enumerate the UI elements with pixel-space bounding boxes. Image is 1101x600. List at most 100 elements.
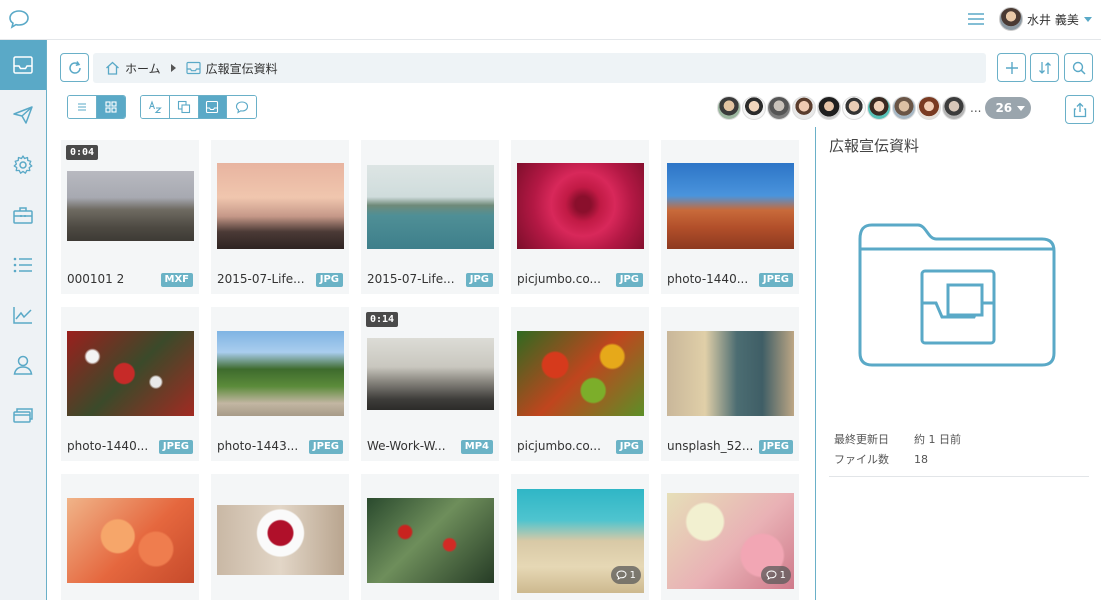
file-type-badge: JPEG bbox=[758, 273, 793, 287]
view-toggle bbox=[67, 95, 126, 119]
file-card[interactable]: photo-1440... JPEG bbox=[61, 307, 199, 461]
top-bar: 水井 義美 bbox=[0, 0, 1101, 40]
thumbnail bbox=[217, 163, 344, 249]
file-name: We-Work-W... bbox=[367, 439, 446, 453]
file-type-badge: JPG bbox=[315, 273, 343, 287]
comment-count-badge: 1 bbox=[760, 566, 791, 584]
toolbox-icon bbox=[13, 207, 33, 224]
sidebar-item-inbox[interactable] bbox=[0, 40, 46, 90]
search-button[interactable] bbox=[1064, 53, 1093, 82]
sidebar-item-settings[interactable] bbox=[0, 140, 46, 190]
file-card[interactable]: 0:04 000101 2 MXF bbox=[61, 140, 199, 294]
comments-button[interactable] bbox=[227, 96, 256, 118]
cards-icon bbox=[13, 408, 33, 423]
sidebar-item-users[interactable] bbox=[0, 340, 46, 390]
member-count-button[interactable]: 26 bbox=[985, 97, 1032, 119]
thumbnail bbox=[367, 498, 494, 583]
duplicate-button[interactable] bbox=[169, 96, 199, 118]
avatar[interactable] bbox=[792, 96, 816, 120]
sort-button[interactable] bbox=[1030, 53, 1059, 82]
file-type-badge: MP4 bbox=[460, 440, 493, 454]
breadcrumb-home-label: ホーム bbox=[125, 61, 161, 76]
refresh-button[interactable] bbox=[60, 53, 89, 82]
file-card[interactable]: photo-1443... JPEG bbox=[211, 307, 349, 461]
avatar[interactable] bbox=[817, 96, 841, 120]
hamburger-menu-icon[interactable] bbox=[966, 11, 986, 27]
file-name: 2015-07-Life... bbox=[217, 272, 305, 286]
list-icon bbox=[13, 257, 32, 273]
list-view-icon bbox=[77, 103, 86, 111]
file-type-badge: JPG bbox=[465, 273, 493, 287]
user-icon bbox=[13, 355, 33, 375]
gear-icon bbox=[13, 155, 33, 174]
file-name: photo-1443... bbox=[217, 439, 299, 453]
file-card[interactable]: 1 bbox=[661, 474, 799, 600]
file-name: 2015-07-Life... bbox=[367, 272, 455, 286]
avatar bbox=[999, 7, 1023, 31]
avatar[interactable] bbox=[842, 96, 866, 120]
sidebar-item-billing[interactable] bbox=[0, 390, 46, 440]
file-card[interactable]: 2015-07-Life... JPG bbox=[211, 140, 349, 294]
user-menu[interactable]: 水井 義美 bbox=[999, 6, 1092, 32]
file-name: picjumbo.co... bbox=[517, 272, 601, 286]
file-card[interactable]: photo-1440... JPEG bbox=[661, 140, 799, 294]
avatar[interactable] bbox=[867, 96, 891, 120]
duration-badge: 0:04 bbox=[66, 145, 99, 160]
sort-alpha-icon bbox=[148, 100, 162, 114]
file-card[interactable] bbox=[211, 474, 349, 600]
file-card[interactable]: unsplash_52... JPEG bbox=[661, 307, 799, 461]
folder-info-button[interactable] bbox=[198, 96, 228, 118]
file-card[interactable]: 1 bbox=[511, 474, 649, 600]
folder-info-panel: 広報宣伝資料 最終更新日 約 1 日前 ファイル数 18 bbox=[815, 127, 1101, 600]
file-card[interactable]: 2015-07-Life... JPG bbox=[361, 140, 499, 294]
avatar[interactable] bbox=[942, 96, 966, 120]
avatar[interactable] bbox=[917, 96, 941, 120]
sidebar-item-analytics[interactable] bbox=[0, 290, 46, 340]
inbox-icon bbox=[13, 56, 33, 74]
avatar[interactable] bbox=[767, 96, 791, 120]
add-button[interactable] bbox=[997, 53, 1026, 82]
sidebar-item-send[interactable] bbox=[0, 90, 46, 140]
file-type-badge: JPEG bbox=[158, 440, 193, 454]
breadcrumb: ホーム 広報宣伝資料 bbox=[93, 53, 986, 83]
file-name: 000101 2 bbox=[67, 272, 125, 286]
sidebar-item-toolbox[interactable] bbox=[0, 190, 46, 240]
inbox-icon bbox=[186, 61, 201, 75]
file-card[interactable]: picjumbo.co... JPG bbox=[511, 307, 649, 461]
chat-bubble-logo-icon[interactable] bbox=[8, 9, 30, 29]
file-type-badge: JPG bbox=[615, 273, 643, 287]
avatar[interactable] bbox=[717, 96, 741, 120]
list-view-button[interactable] bbox=[68, 96, 97, 118]
user-name: 水井 義美 bbox=[1027, 12, 1079, 27]
avatar[interactable] bbox=[742, 96, 766, 120]
member-count: 26 bbox=[995, 101, 1013, 115]
thumbnail bbox=[517, 163, 644, 249]
comment-icon bbox=[766, 570, 777, 580]
breadcrumb-home[interactable]: ホーム bbox=[105, 60, 161, 77]
file-name: photo-1440... bbox=[67, 439, 149, 453]
file-card[interactable] bbox=[61, 474, 199, 600]
panel-title: 広報宣伝資料 bbox=[829, 137, 920, 155]
file-card[interactable]: 0:14 We-Work-W... MP4 bbox=[361, 307, 499, 461]
file-card[interactable]: picjumbo.co... JPG bbox=[511, 140, 649, 294]
thumbnail bbox=[67, 171, 194, 241]
caret-down-icon bbox=[1017, 105, 1026, 111]
divider bbox=[829, 476, 1089, 477]
meta-label: ファイル数 bbox=[834, 453, 889, 466]
thumbnail bbox=[67, 498, 194, 583]
breadcrumb-separator-icon bbox=[170, 64, 176, 72]
thumbnail bbox=[217, 505, 344, 575]
meta-value: 18 bbox=[914, 452, 928, 466]
sidebar-item-list[interactable] bbox=[0, 240, 46, 290]
filter-toggle-group bbox=[140, 95, 257, 119]
file-card[interactable] bbox=[361, 474, 499, 600]
grid-view-button[interactable] bbox=[96, 96, 125, 118]
member-more: ... bbox=[970, 101, 982, 115]
sort-by-name-button[interactable] bbox=[141, 96, 170, 118]
home-icon bbox=[106, 61, 119, 75]
meta-row-updated: 最終更新日 約 1 日前 bbox=[834, 429, 961, 449]
share-button[interactable] bbox=[1065, 95, 1094, 124]
thumbnail bbox=[67, 331, 194, 416]
plus-icon bbox=[1005, 61, 1018, 74]
avatar[interactable] bbox=[892, 96, 916, 120]
